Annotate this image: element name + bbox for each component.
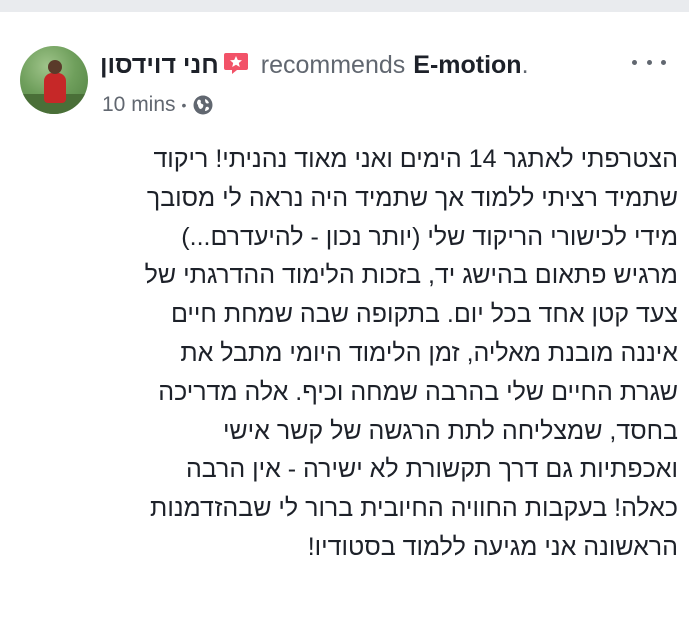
post-header: חני דוידסון recommends E-motion . xyxy=(100,48,620,82)
post-line: צעד קטן אחד בכל יום. בתקופה שבה שמחת חיי… xyxy=(170,300,678,329)
more-options-icon[interactable] xyxy=(632,52,666,72)
post-line: מרגיש פתאום בהישג יד, בזכות הלימוד ההדרג… xyxy=(144,261,678,290)
more-dot xyxy=(661,59,666,65)
header-period: . xyxy=(521,50,529,79)
post-card: חני דוידסון recommends E-motion . 10 min… xyxy=(0,12,689,618)
author-name[interactable]: חני דוידסון xyxy=(100,51,219,80)
star-badge-icon xyxy=(223,51,249,75)
more-dot xyxy=(632,59,637,65)
post-line: איננה מובנת מאליה, זמן הלימוד היומי מתבל… xyxy=(180,338,678,367)
post-line: בחסד, שמצליחה לתת הרגשה של קשר אישי xyxy=(222,416,678,445)
post-line: שתמיד רציתי ללמוד אך שתמיד היה נראה לי מ… xyxy=(146,183,678,212)
post-meta: 10 mins • xyxy=(102,92,214,118)
avatar[interactable] xyxy=(20,46,88,114)
post-line: מידי לכישורי הריקוד שלי (יותר נכון - להי… xyxy=(181,222,678,251)
post-line: ואכפתיות גם דרך תקשורת לא ישירה - אין הר… xyxy=(185,455,678,484)
post-line: כאלה! בעקבות החוויה החיובית ברור לי שבהז… xyxy=(150,494,678,523)
post-timestamp[interactable]: 10 mins xyxy=(102,93,176,117)
avatar-person-head xyxy=(48,60,62,74)
meta-separator: • xyxy=(181,97,187,113)
post-line: הצטרפתי לאתגר 14 הימים ואני מאוד נהניתי!… xyxy=(153,145,678,173)
avatar-person-body xyxy=(44,73,66,103)
post-body: הצטרפתי לאתגר 14 הימים ואני מאוד נהניתי!… xyxy=(40,140,678,567)
recommends-text: recommends xyxy=(260,50,406,79)
page-link[interactable]: E-motion xyxy=(413,51,521,80)
post-line: הראשונה אני מגיעה ללמוד בסטודיו! xyxy=(307,532,678,561)
post-line: שגרת החיים שלי בהרבה שמחה וכיף. אלה מדרי… xyxy=(158,377,678,406)
more-dot xyxy=(646,59,652,65)
globe-icon xyxy=(192,94,214,116)
